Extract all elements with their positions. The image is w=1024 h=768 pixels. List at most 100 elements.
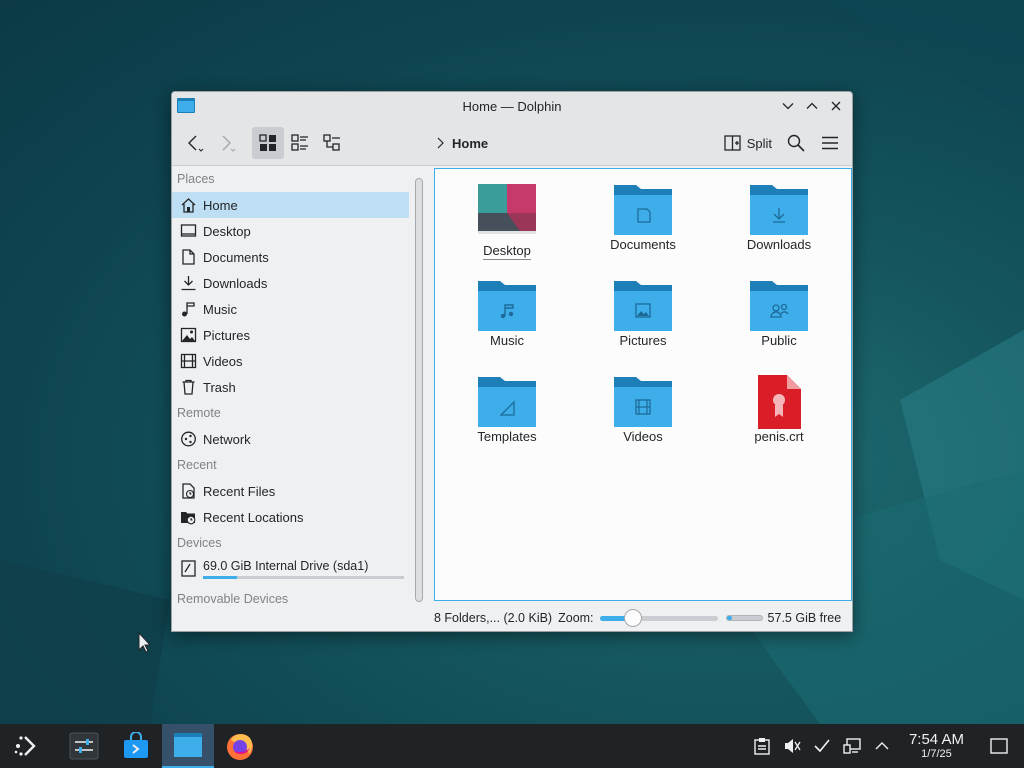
desktop-icon [180,224,197,237]
sidebar-item-label: Network [203,431,251,447]
sidebar-item-label: Music [203,301,237,317]
updates-button[interactable] [807,738,837,754]
maximize-button[interactable] [802,96,822,116]
file-item[interactable]: Videos [583,375,703,444]
music-icon [182,302,195,317]
status-bar: 8 Folders,... (2.0 KiB) Zoom: 57.5 GiB f… [434,604,852,631]
sidebar-item-label: Recent Locations [203,509,304,525]
app-launcher-button[interactable] [0,724,52,768]
zoom-slider-handle[interactable] [623,609,642,627]
split-button[interactable]: Split [718,127,778,159]
home-icon [181,198,196,213]
view-tree-icon [323,133,340,151]
trash-icon [182,379,195,395]
places-panel: Places Home Desktop Documents Downloads … [172,166,409,631]
sidebar-item-trash[interactable]: Trash [172,374,409,400]
show-hidden-icons-button[interactable] [867,741,897,751]
network-button[interactable] [837,737,867,755]
documents-icon [182,249,195,265]
show-desktop-icon [990,738,1008,754]
window-title: Home — Dolphin [462,98,562,114]
folder-icon [613,375,673,429]
breadcrumb-home[interactable]: Home [452,136,488,151]
file-item[interactable]: penis.crt [719,375,839,444]
taskbar-firefox[interactable] [214,724,266,768]
dolphin-app-icon [177,98,195,113]
close-button[interactable] [826,96,846,116]
forward-arrow-icon [222,135,236,152]
file-item[interactable]: Desktop [447,183,567,260]
file-name: Templates [477,429,537,444]
split-view-icon [724,135,741,151]
sidebar-scrollbar[interactable] [415,178,423,602]
folder-icon [613,279,673,333]
icons-view-button[interactable] [252,126,284,159]
free-space-bar [725,615,763,621]
menu-button[interactable] [814,127,846,159]
drive-usage-fill [203,576,238,579]
compact-view-button[interactable] [284,127,316,159]
sidebar-item-recent-locations[interactable]: Recent Locations [172,504,409,530]
mouse-cursor-icon [138,632,152,653]
store-icon [124,732,148,758]
chevron-right-icon [437,137,444,149]
toolbar: Home Split [172,120,852,166]
drive-label: 69.0 GiB Internal Drive (sda1) [203,559,369,573]
sidebar-item-label: Pictures [203,327,250,343]
sidebar-item-internal-drive[interactable]: 69.0 GiB Internal Drive (sda1) [172,556,409,586]
split-label: Split [746,135,772,151]
file-item[interactable]: Downloads [719,183,839,252]
show-desktop-button[interactable] [984,738,1014,754]
taskbar-system-settings[interactable] [58,724,110,768]
sidebar-item-documents[interactable]: Documents [172,244,409,270]
kde-launcher-icon [14,736,36,756]
file-item[interactable]: Public [719,279,839,348]
chevron-down-icon [782,103,794,110]
forward-button[interactable] [210,127,242,159]
file-item[interactable]: Pictures [583,279,703,348]
hamburger-menu-icon [822,136,838,150]
title-bar[interactable]: Home — Dolphin [172,92,852,120]
volume-button[interactable] [777,737,807,755]
taskbar-dolphin[interactable] [162,724,214,768]
back-button[interactable] [178,127,210,159]
clipboard-button[interactable] [747,737,777,755]
section-places: Places [177,172,215,186]
folder-icon [174,733,202,757]
back-arrow-icon [188,135,204,152]
sidebar-item-music[interactable]: Music [172,296,409,322]
digital-clock[interactable]: 7:54 AM 1/7/25 [909,732,964,760]
sidebar-item-recent-files[interactable]: Recent Files [172,478,409,504]
drive-usage-bar [203,576,404,579]
sidebar-item-home[interactable]: Home [172,192,409,218]
search-button[interactable] [780,127,812,159]
zoom-slider[interactable] [599,608,718,628]
file-item[interactable]: Documents [583,183,703,252]
clock-date: 1/7/25 [921,748,952,760]
minimize-button[interactable] [778,96,798,116]
status-summary: 8 Folders,... (2.0 KiB) [434,611,553,625]
breadcrumb[interactable]: Home [436,120,488,166]
sidebar-item-label: Trash [203,379,236,395]
file-name: Downloads [746,237,812,252]
sidebar-item-pictures[interactable]: Pictures [172,322,409,348]
file-item[interactable]: Templates [447,375,567,444]
details-view-button[interactable] [316,127,348,159]
videos-icon [180,353,197,369]
network-icon [181,431,196,447]
file-view[interactable]: Desktop Documents Downloads Music Pictures Pu… [434,168,852,601]
section-recent: Recent [177,458,217,472]
wired-network-icon [843,738,861,754]
sidebar-item-network[interactable]: Network [172,426,409,452]
sidebar-item-videos[interactable]: Videos [172,348,409,374]
sidebar-item-downloads[interactable]: Downloads [172,270,409,296]
free-space-label: 57.5 GiB free [767,611,842,625]
file-item[interactable]: Music [447,279,567,348]
downloads-icon [181,276,196,291]
sidebar-item-desktop[interactable]: Desktop [172,218,409,244]
folder-icon [477,375,537,429]
taskbar-discover[interactable] [110,724,162,768]
system-tray: 7:54 AM 1/7/25 [747,724,1024,768]
file-name: Music [490,333,524,348]
taskbar: 7:54 AM 1/7/25 [0,724,1024,768]
